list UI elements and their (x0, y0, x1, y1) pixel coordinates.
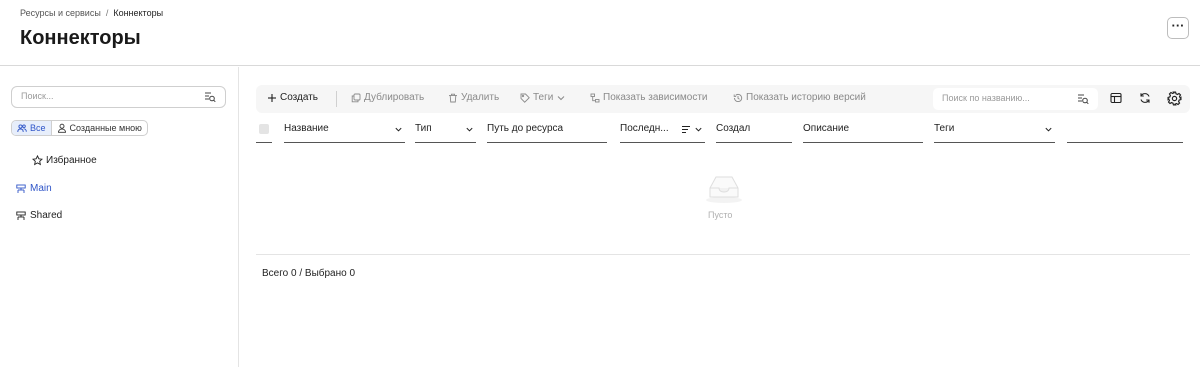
chevron-down-icon (395, 127, 402, 132)
column-name-label: Название (284, 123, 329, 134)
sidebar: Поиск... Все Созданные мною Избранное Ma… (0, 67, 239, 367)
column-header-description[interactable]: Описание (803, 122, 923, 143)
copy-icon (351, 93, 361, 102)
filter-created-by-me-label: Созданные мною (69, 123, 142, 133)
tree-item-main-label: Main (30, 183, 52, 194)
breadcrumb: Ресурсы и сервисы / Коннекторы (20, 8, 163, 18)
tree-item-shared[interactable]: Shared (16, 210, 62, 221)
column-header-last-modified[interactable]: Последн... (620, 122, 705, 143)
breadcrumb-parent[interactable]: Ресурсы и сервисы (20, 8, 101, 18)
dependencies-icon (590, 93, 600, 102)
chevron-down-icon (1045, 127, 1052, 132)
filter-created-by-me[interactable]: Созданные мною (52, 121, 147, 135)
table-view-icon[interactable] (1109, 91, 1123, 105)
users-icon (17, 124, 27, 133)
duplicate-button[interactable]: Дублировать (351, 92, 424, 103)
plus-icon (268, 93, 276, 102)
user-icon (57, 123, 66, 133)
filter-all-label: Все (30, 123, 46, 133)
totals-summary: Всего 0 / Выбрано 0 (262, 268, 356, 279)
tree-item-shared-label: Shared (30, 210, 63, 221)
sidebar-search-input[interactable]: Поиск... (11, 86, 226, 108)
table-bottom-divider (256, 254, 1190, 255)
tag-icon (520, 93, 530, 103)
delete-label: Удалить (461, 92, 500, 103)
column-type-label: Тип (415, 123, 432, 134)
chevron-down-icon (466, 127, 473, 132)
show-dependencies-button[interactable]: Показать зависимости (590, 92, 708, 103)
column-header-extra (1067, 122, 1183, 143)
sidebar-search-placeholder: Поиск... (21, 91, 54, 101)
chevron-down-icon (557, 95, 565, 100)
empty-inbox-icon (706, 176, 742, 203)
workspace-icon (16, 184, 26, 193)
name-search-placeholder: Поиск по названию... (942, 93, 1030, 103)
select-all-column (256, 122, 272, 143)
search-list-icon (1078, 94, 1089, 105)
sort-icon[interactable] (681, 125, 691, 134)
tags-label: Теги (533, 92, 554, 103)
favorites-item[interactable]: Избранное (32, 155, 97, 166)
tree-item-main[interactable]: Main (16, 183, 52, 194)
duplicate-label: Дублировать (364, 92, 425, 103)
filter-all[interactable]: Все (12, 121, 52, 135)
page-title: Коннекторы (20, 27, 141, 49)
column-header-type[interactable]: Тип (415, 122, 476, 143)
column-last-modified-label: Последн... (620, 123, 669, 134)
toolbar-divider (336, 91, 337, 107)
tags-dropdown[interactable]: Теги (520, 92, 566, 103)
empty-state-text: Пусто (708, 210, 733, 220)
column-path-label: Путь до ресурса (487, 123, 564, 134)
column-created-by-label: Создал (716, 123, 751, 134)
settings-gear-icon[interactable] (1167, 91, 1182, 106)
name-search-input[interactable]: Поиск по названию... (933, 88, 1098, 110)
workspace-icon (16, 211, 26, 220)
show-dependencies-label: Показать зависимости (603, 92, 708, 103)
favorites-label: Избранное (46, 155, 97, 166)
breadcrumb-separator: / (105, 8, 109, 18)
star-icon (32, 155, 43, 166)
create-button[interactable]: Создать (267, 92, 318, 103)
column-header-path[interactable]: Путь до ресурса (487, 122, 607, 143)
toolbar: Создать Дублировать Удалить Теги Показат… (256, 85, 1190, 113)
search-list-icon (205, 92, 216, 103)
chevron-down-icon (695, 127, 702, 132)
breadcrumb-current: Коннекторы (113, 8, 164, 18)
column-header-tags[interactable]: Теги (934, 122, 1055, 143)
column-header-created-by[interactable]: Создал (716, 122, 792, 143)
owner-filter: Все Созданные мною (11, 120, 148, 136)
trash-icon (449, 93, 457, 102)
history-icon (733, 93, 743, 102)
column-header-name[interactable]: Название (284, 122, 405, 143)
page-header: Ресурсы и сервисы / Коннекторы Коннекторы … (0, 0, 1200, 66)
select-all-checkbox[interactable] (259, 124, 269, 134)
version-history-label: Показать историю версий (746, 92, 866, 103)
version-history-button[interactable]: Показать историю версий (733, 92, 866, 103)
refresh-icon[interactable] (1138, 91, 1152, 105)
more-icon: ··· (1171, 18, 1185, 33)
column-description-label: Описание (803, 123, 850, 134)
column-tags-label: Теги (934, 123, 955, 134)
delete-button[interactable]: Удалить (448, 92, 499, 103)
create-label: Создать (280, 92, 319, 103)
more-options-button[interactable]: ··· (1167, 17, 1189, 39)
